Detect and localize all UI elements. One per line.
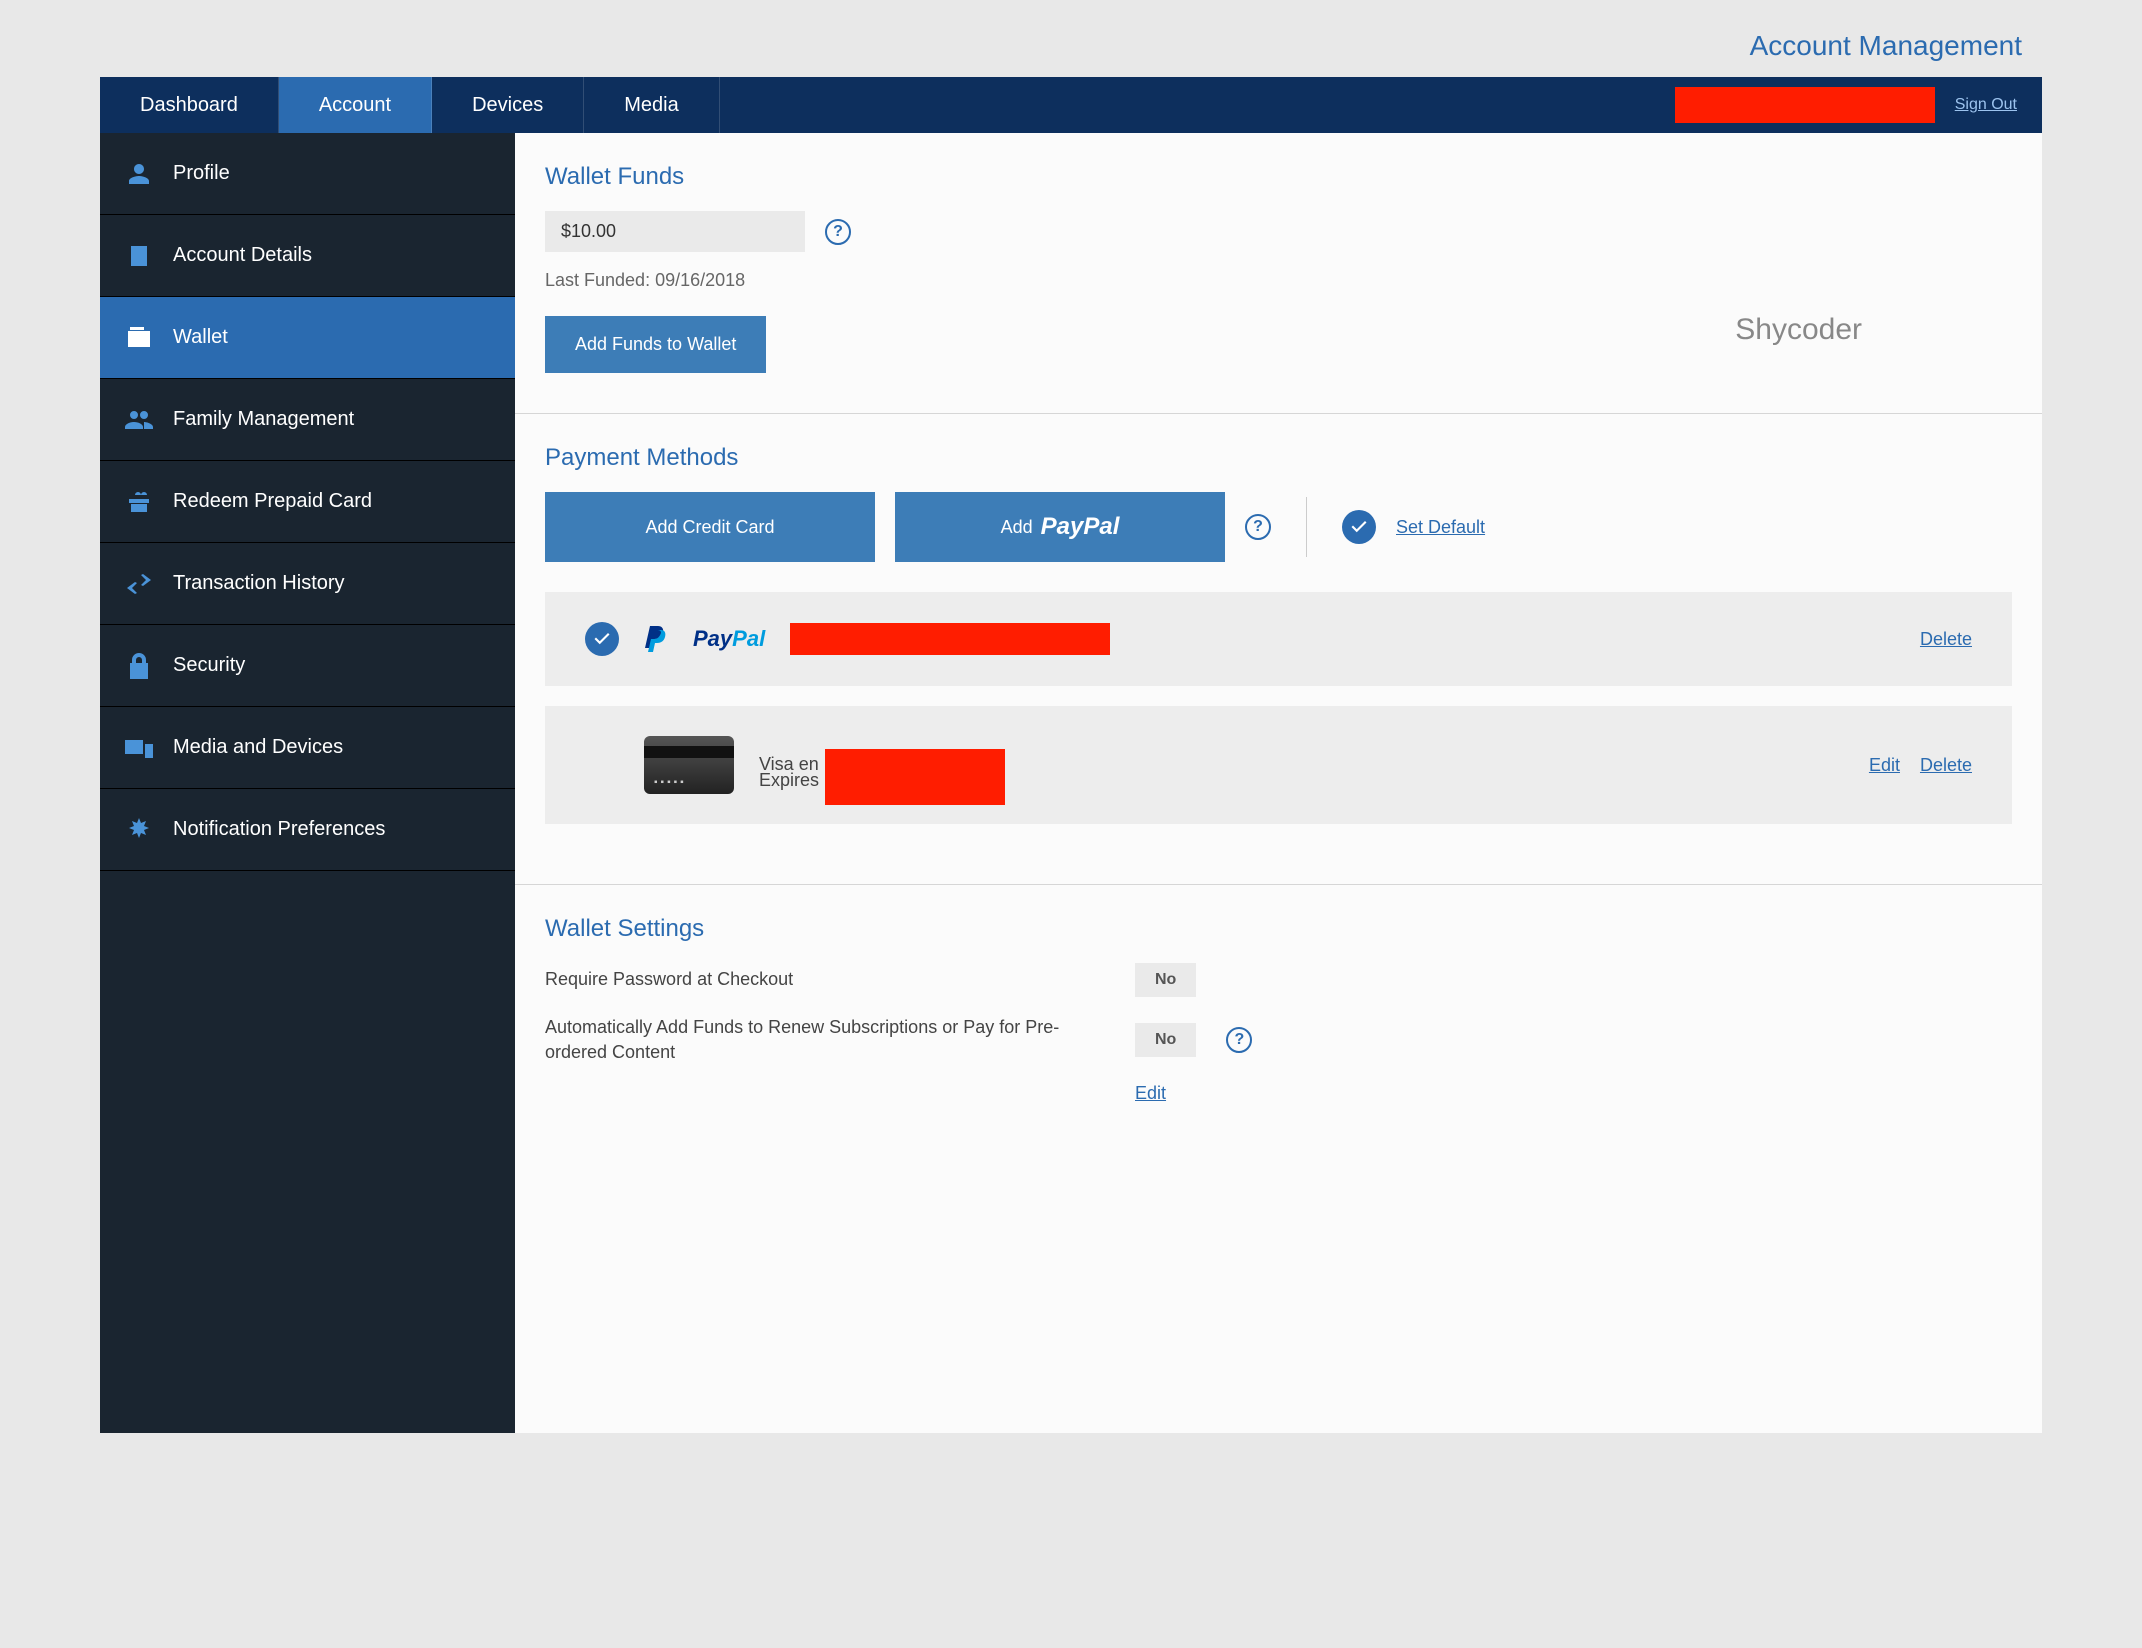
- sidebar-item-family-management[interactable]: Family Management: [100, 379, 515, 461]
- top-nav: Dashboard Account Devices Media Sign Out: [100, 77, 2042, 133]
- payment-method-visa: Visa en Expires Edit Delete: [545, 706, 2012, 824]
- main-content: Wallet Funds $10.00 ? Last Funded: 09/16…: [515, 133, 2042, 1433]
- family-icon: [125, 410, 153, 430]
- sidebar-item-notification-preferences[interactable]: Notification Preferences: [100, 789, 515, 871]
- setting-label: Automatically Add Funds to Renew Subscri…: [545, 1015, 1105, 1065]
- visa-redacted: [825, 749, 1005, 805]
- tab-account[interactable]: Account: [279, 77, 432, 133]
- add-funds-button[interactable]: Add Funds to Wallet: [545, 316, 766, 373]
- sidebar-item-label: Wallet: [173, 326, 228, 349]
- watermark: Shycoder: [1735, 313, 1862, 347]
- sidebar-item-transaction-history[interactable]: Transaction History: [100, 543, 515, 625]
- profile-icon: [125, 162, 153, 186]
- help-icon[interactable]: ?: [1226, 1027, 1252, 1053]
- default-check-icon: [1342, 510, 1376, 544]
- paypal-p-icon: [644, 626, 668, 652]
- auto-add-value: No: [1135, 1023, 1196, 1057]
- devices-icon: [125, 738, 153, 758]
- tab-devices[interactable]: Devices: [432, 77, 584, 133]
- last-funded-text: Last Funded: 09/16/2018: [545, 270, 2012, 291]
- wallet-icon: [125, 327, 153, 349]
- sidebar-item-label: Security: [173, 654, 245, 677]
- add-paypal-button[interactable]: Add PayPal: [895, 492, 1225, 562]
- setting-auto-add-funds: Automatically Add Funds to Renew Subscri…: [545, 1015, 2012, 1065]
- sidebar-item-label: Family Management: [173, 408, 354, 431]
- wallet-funds-heading: Wallet Funds: [545, 163, 2012, 191]
- delete-visa-link[interactable]: Delete: [1920, 755, 1972, 776]
- sidebar-item-label: Redeem Prepaid Card: [173, 490, 372, 513]
- paypal-account-redacted: [790, 623, 1110, 655]
- sidebar-item-label: Notification Preferences: [173, 818, 385, 841]
- divider: [1306, 497, 1307, 557]
- burst-icon: [125, 818, 153, 842]
- transfer-icon: [125, 574, 153, 594]
- sidebar-item-security[interactable]: Security: [100, 625, 515, 707]
- payment-methods-heading: Payment Methods: [545, 444, 2012, 472]
- selected-check-icon: [585, 622, 619, 656]
- sidebar-item-account-details[interactable]: Account Details: [100, 215, 515, 297]
- credit-card-icon: [644, 736, 734, 794]
- setting-label: Require Password at Checkout: [545, 967, 1105, 992]
- gift-icon: [125, 490, 153, 514]
- payment-method-paypal: PayPal Delete: [545, 592, 2012, 686]
- sidebar-item-redeem-prepaid[interactable]: Redeem Prepaid Card: [100, 461, 515, 543]
- edit-visa-link[interactable]: Edit: [1869, 755, 1900, 776]
- sidebar-item-wallet[interactable]: Wallet: [100, 297, 515, 379]
- require-password-value: No: [1135, 963, 1196, 997]
- sign-out-link[interactable]: Sign Out: [1955, 96, 2017, 114]
- sidebar-item-label: Transaction History: [173, 572, 345, 595]
- help-icon[interactable]: ?: [825, 219, 851, 245]
- tab-media[interactable]: Media: [584, 77, 719, 133]
- paypal-text-icon: PayPal: [693, 626, 765, 652]
- sidebar-item-media-devices[interactable]: Media and Devices: [100, 707, 515, 789]
- delete-paypal-link[interactable]: Delete: [1920, 629, 1972, 650]
- username-redacted: [1675, 87, 1935, 123]
- sidebar-item-label: Profile: [173, 162, 230, 185]
- visa-card-details: Visa en Expires: [759, 737, 1005, 794]
- sidebar-item-profile[interactable]: Profile: [100, 133, 515, 215]
- add-credit-card-button[interactable]: Add Credit Card: [545, 492, 875, 562]
- lock-icon: [125, 653, 153, 679]
- sidebar: Profile Account Details Wallet Family Ma…: [100, 133, 515, 1433]
- help-icon[interactable]: ?: [1245, 514, 1271, 540]
- sidebar-item-label: Account Details: [173, 244, 312, 267]
- paypal-logo-icon: PayPal: [1041, 513, 1120, 541]
- wallet-settings-heading: Wallet Settings: [545, 915, 2012, 943]
- add-paypal-prefix: Add: [1001, 517, 1033, 538]
- visa-expires-label: Expires: [759, 767, 819, 794]
- details-icon: [125, 244, 153, 268]
- wallet-funds-amount: $10.00: [545, 211, 805, 252]
- wallet-settings-edit-link[interactable]: Edit: [1135, 1083, 1166, 1103]
- page-title: Account Management: [100, 30, 2022, 62]
- set-default-link[interactable]: Set Default: [1396, 517, 1485, 538]
- setting-require-password: Require Password at Checkout No: [545, 963, 2012, 997]
- tab-dashboard[interactable]: Dashboard: [100, 77, 279, 133]
- sidebar-item-label: Media and Devices: [173, 736, 343, 759]
